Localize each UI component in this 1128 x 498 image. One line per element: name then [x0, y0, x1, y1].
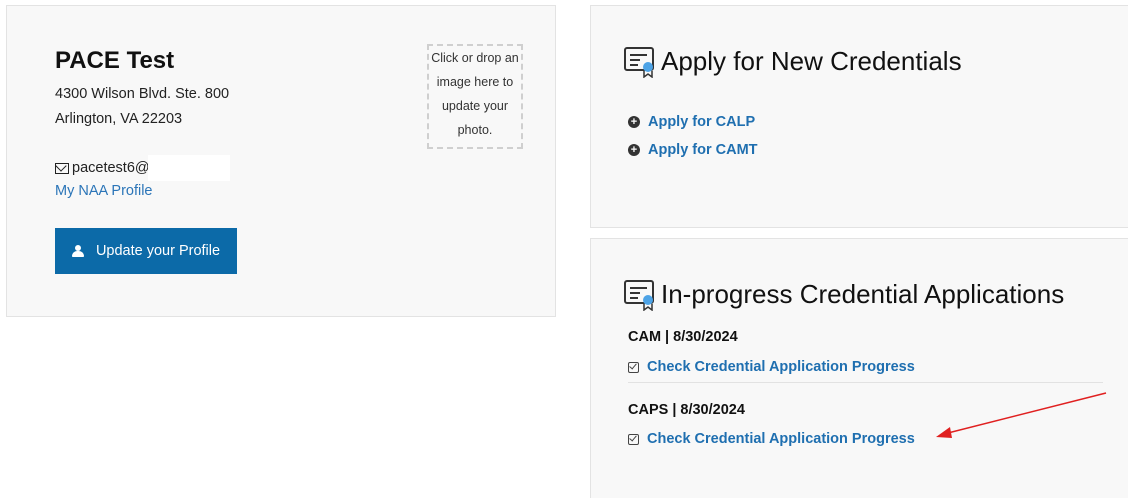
- apply-credentials-card: Apply for New Credentials + Apply for CA…: [590, 5, 1128, 228]
- certificate-icon: [624, 47, 654, 78]
- address-line-2: Arlington, VA 22203: [55, 111, 183, 127]
- plus-circle-icon: +: [628, 144, 640, 156]
- update-profile-button[interactable]: Update your Profile: [55, 228, 237, 274]
- plus-circle-icon: +: [628, 116, 640, 128]
- application-label-caps: CAPS | 8/30/2024: [628, 402, 745, 418]
- profile-name: PACE Test: [55, 47, 175, 74]
- check-progress-link-caps[interactable]: Check Credential Application Progress: [628, 431, 915, 447]
- certificate-icon: [624, 280, 654, 311]
- divider: [628, 382, 1103, 383]
- my-naa-profile-link[interactable]: My NAA Profile: [55, 183, 153, 199]
- profile-card: PACE Test 4300 Wilson Blvd. Ste. 800 Arl…: [6, 5, 556, 317]
- check-square-icon: [628, 361, 639, 373]
- progress-title-text: In-progress Credential Applications: [661, 278, 1065, 309]
- in-progress-applications-card: In-progress Credential Applications CAM …: [590, 238, 1128, 498]
- apply-calp-link[interactable]: + Apply for CALP: [628, 114, 755, 130]
- email-text: pacetest6@: [72, 160, 150, 176]
- apply-camt-label: Apply for CAMT: [648, 142, 758, 158]
- check-square-icon: [628, 433, 639, 445]
- envelope-icon: [55, 162, 69, 174]
- apply-calp-label: Apply for CALP: [648, 114, 756, 130]
- check-progress-label: Check Credential Application Progress: [647, 431, 915, 447]
- apply-section-title: Apply for New Credentials: [623, 44, 962, 78]
- apply-title-text: Apply for New Credentials: [661, 45, 962, 76]
- application-label-cam: CAM | 8/30/2024: [628, 329, 738, 345]
- user-icon: [71, 245, 84, 257]
- email-row: pacetest6@: [55, 155, 230, 181]
- check-progress-link-cam[interactable]: Check Credential Application Progress: [628, 359, 915, 375]
- email-redaction: [147, 155, 230, 181]
- update-profile-label: Update your Profile: [95, 243, 221, 259]
- address-line-1: 4300 Wilson Blvd. Ste. 800: [55, 86, 230, 102]
- annotation-arrow: [936, 392, 1107, 438]
- apply-camt-link[interactable]: + Apply for CAMT: [628, 142, 758, 158]
- check-progress-label: Check Credential Application Progress: [647, 359, 915, 375]
- progress-section-title: In-progress Credential Applications: [623, 277, 1064, 311]
- photo-drop-zone[interactable]: Click or drop an image here to update yo…: [427, 44, 523, 149]
